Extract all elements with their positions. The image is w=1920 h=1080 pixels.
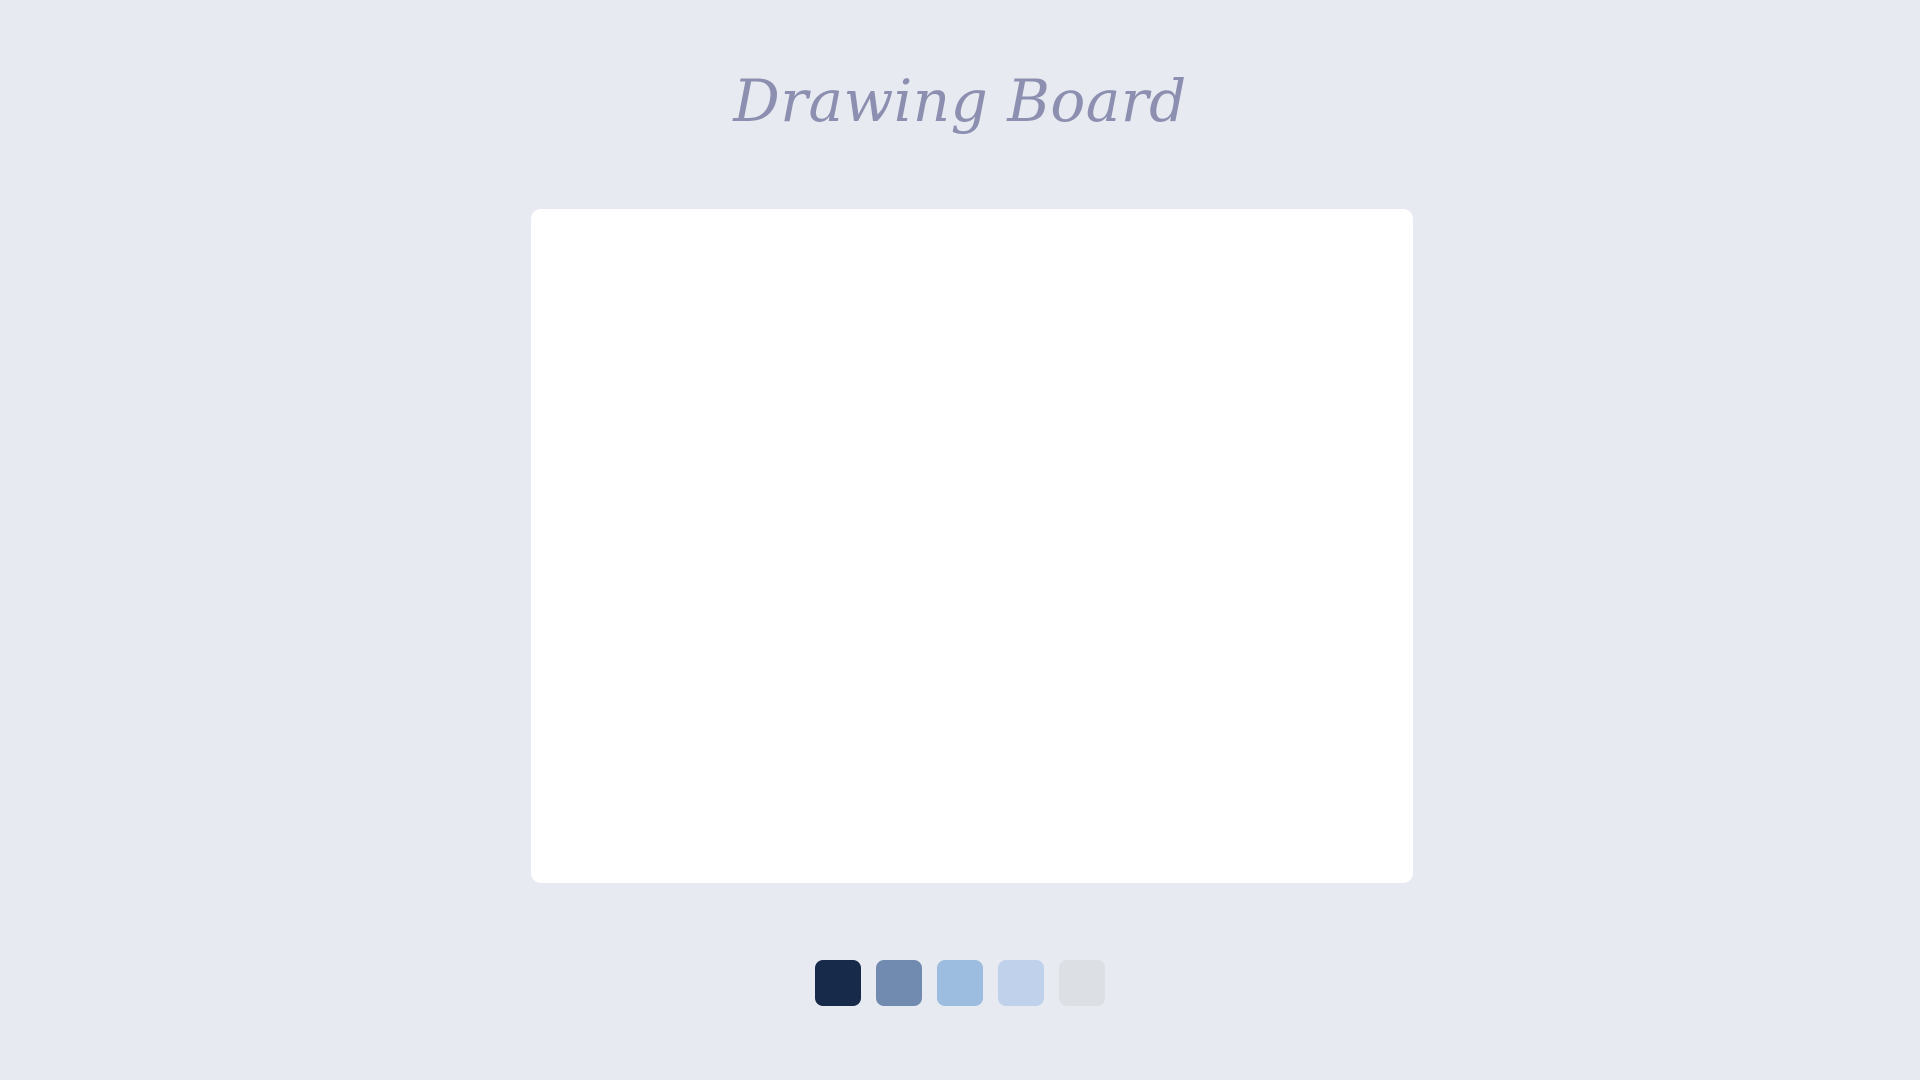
color-swatch-navy[interactable]: [815, 960, 861, 1006]
page-title: Drawing Board: [733, 67, 1187, 135]
color-palette: [815, 960, 1105, 1006]
color-swatch-pale-blue[interactable]: [998, 960, 1044, 1006]
color-swatch-slate-blue[interactable]: [876, 960, 922, 1006]
color-swatch-sky-blue[interactable]: [937, 960, 983, 1006]
drawing-canvas[interactable]: [531, 209, 1413, 883]
color-swatch-light-gray[interactable]: [1059, 960, 1105, 1006]
